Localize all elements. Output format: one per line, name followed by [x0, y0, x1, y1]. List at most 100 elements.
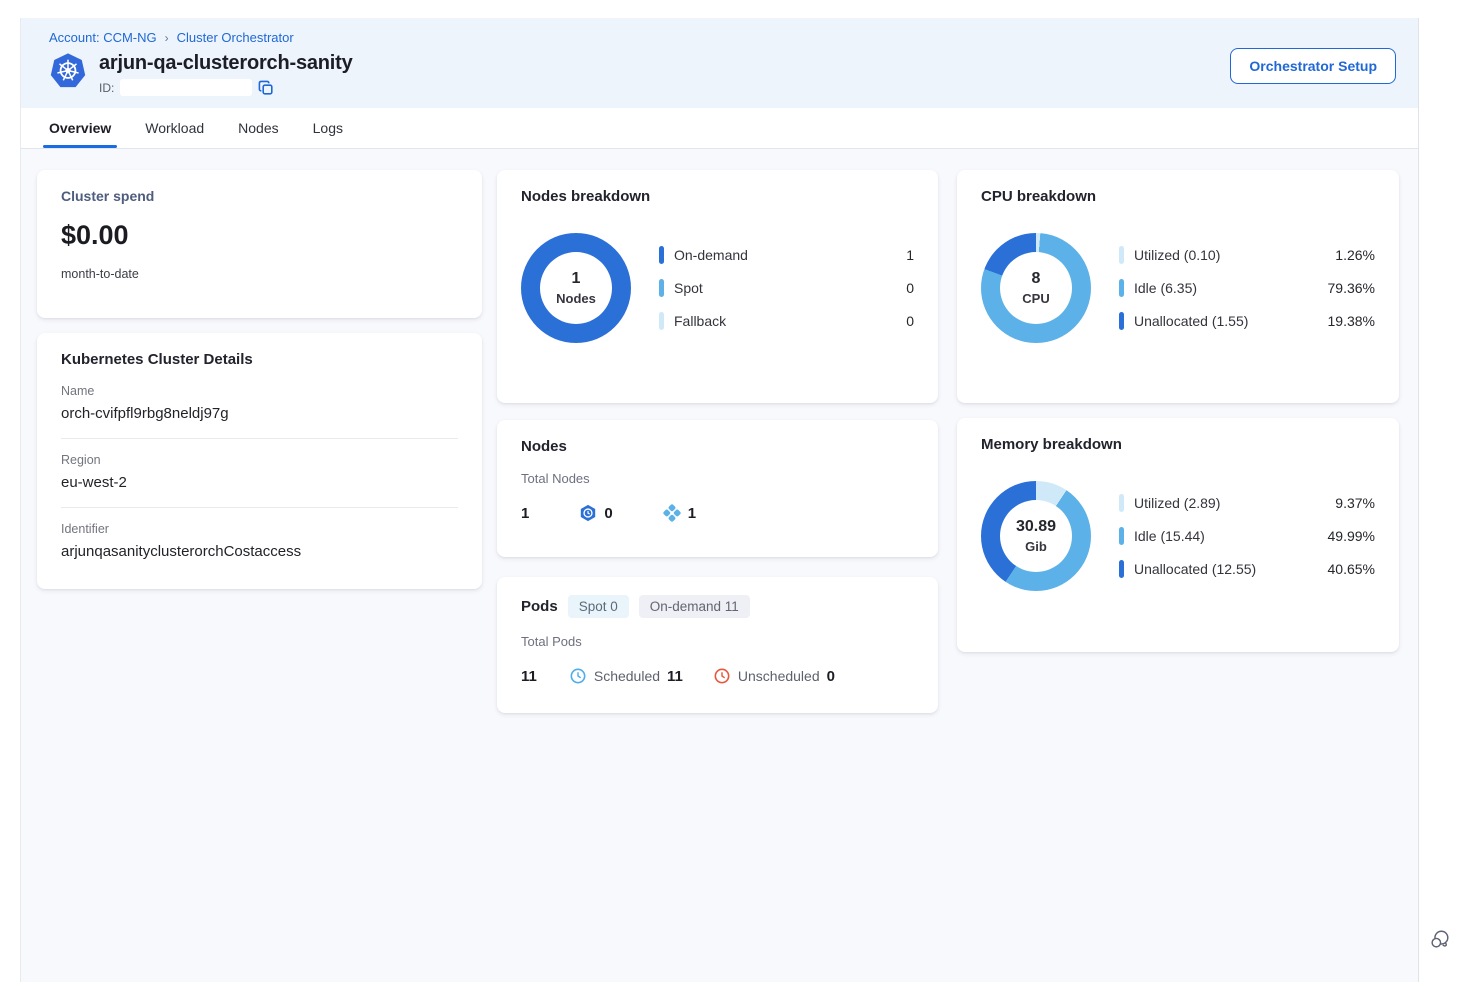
spot-swatch [659, 279, 664, 297]
mem-utilized-label: Utilized (2.89) [1134, 495, 1325, 511]
cpu-utilized-label: Utilized (0.10) [1134, 247, 1325, 263]
detail-identifier-value: arjunqasanityclusterorchCostaccess [61, 543, 458, 560]
on-demand-swatch [659, 246, 664, 264]
mem-utilized-value: 9.37% [1335, 495, 1375, 511]
memory-breakdown-card: Memory breakdown 30.89 Gib Utilized (2.8… [957, 418, 1399, 652]
cpu-idle-label: Idle (6.35) [1134, 280, 1318, 296]
mem-unallocated-swatch [1119, 560, 1124, 578]
fallback-label: Fallback [674, 313, 896, 329]
id-value [120, 79, 252, 96]
cpu-donut-label: CPU [1022, 291, 1049, 306]
tab-logs[interactable]: Logs [313, 108, 343, 148]
pods-on-demand-badge: On-demand 11 [639, 595, 750, 618]
copy-icon[interactable] [258, 80, 274, 96]
pods-title: Pods [521, 598, 558, 615]
legend-row-cpu-idle: Idle (6.35) 79.36% [1119, 279, 1375, 297]
nodes-breakdown-title: Nodes breakdown [521, 188, 914, 205]
mem-utilized-swatch [1119, 494, 1124, 512]
kubernetes-icon [49, 52, 87, 90]
nodes-card: Nodes Total Nodes 1 0 [497, 420, 938, 557]
cpu-breakdown-title: CPU breakdown [981, 188, 1375, 205]
cpu-breakdown-card: CPU breakdown 8 CPU Utilized (0.10) 1.26… [957, 170, 1399, 403]
legend-row-fallback: Fallback 0 [659, 312, 914, 330]
cpu-idle-swatch [1119, 279, 1124, 297]
page-header: Account: CCM-NG › Cluster Orchestrator [21, 18, 1418, 108]
breadcrumb: Account: CCM-NG › Cluster Orchestrator [49, 30, 1390, 45]
main-content: Cluster spend $0.00 month-to-date Kubern… [21, 149, 1418, 982]
spot-node-icon [579, 504, 597, 522]
cpu-utilized-value: 1.26% [1335, 247, 1375, 263]
on-demand-nodes-count: 1 [688, 505, 696, 522]
nodes-donut-value: 1 [572, 270, 581, 288]
cluster-spend-card: Cluster spend $0.00 month-to-date [37, 170, 482, 318]
detail-region-label: Region [61, 453, 458, 467]
breadcrumb-page-link[interactable]: Cluster Orchestrator [177, 30, 294, 45]
tab-bar: Overview Workload Nodes Logs [21, 108, 1418, 149]
cpu-donut-chart: 8 CPU [981, 233, 1091, 343]
nodes-title: Nodes [521, 438, 914, 455]
chat-widget-icon[interactable] [1429, 928, 1451, 950]
memory-donut-label: Gib [1025, 539, 1047, 554]
cpu-utilized-swatch [1119, 246, 1124, 264]
legend-row-mem-idle: Idle (15.44) 49.99% [1119, 527, 1375, 545]
memory-donut-chart: 30.89 Gib [981, 481, 1091, 591]
on-demand-node-icon [663, 504, 681, 522]
mem-unallocated-value: 40.65% [1328, 561, 1375, 577]
tab-nodes[interactable]: Nodes [238, 108, 278, 148]
memory-breakdown-legend: Utilized (2.89) 9.37% Idle (15.44) 49.99… [1119, 494, 1375, 578]
orchestrator-setup-button[interactable]: Orchestrator Setup [1230, 48, 1396, 84]
nodes-donut-chart: 1 Nodes [521, 233, 631, 343]
mem-idle-value: 49.99% [1328, 528, 1375, 544]
cpu-breakdown-legend: Utilized (0.10) 1.26% Idle (6.35) 79.36%… [1119, 246, 1375, 330]
legend-row-cpu-unallocated: Unallocated (1.55) 19.38% [1119, 312, 1375, 330]
pods-card: Pods Spot 0 On-demand 11 Total Pods 11 S… [497, 577, 938, 713]
scheduled-clock-icon [569, 667, 587, 685]
cpu-unallocated-value: 19.38% [1328, 313, 1375, 329]
cluster-spend-title: Cluster spend [61, 188, 458, 204]
memory-donut-value: 30.89 [1016, 518, 1056, 536]
cpu-unallocated-swatch [1119, 312, 1124, 330]
spot-nodes-count: 0 [604, 505, 612, 522]
cpu-idle-value: 79.36% [1328, 280, 1375, 296]
cpu-unallocated-label: Unallocated (1.55) [1134, 313, 1318, 329]
fallback-value: 0 [906, 313, 914, 329]
cluster-details-title: Kubernetes Cluster Details [61, 351, 458, 368]
cluster-spend-amount: $0.00 [61, 220, 458, 251]
total-pods-value: 11 [521, 668, 537, 685]
mem-idle-label: Idle (15.44) [1134, 528, 1318, 544]
cluster-details-card: Kubernetes Cluster Details Name orch-cvi… [37, 333, 482, 589]
breadcrumb-account-link[interactable]: Account: CCM-NG [49, 30, 157, 45]
mem-idle-swatch [1119, 527, 1124, 545]
memory-breakdown-title: Memory breakdown [981, 436, 1375, 453]
mem-unallocated-label: Unallocated (12.55) [1134, 561, 1318, 577]
detail-name-value: orch-cvifpfl9rbg8neldj97g [61, 405, 458, 422]
legend-row-spot: Spot 0 [659, 279, 914, 297]
legend-row-mem-unallocated: Unallocated (12.55) 40.65% [1119, 560, 1375, 578]
legend-row-mem-utilized: Utilized (2.89) 9.37% [1119, 494, 1375, 512]
nodes-breakdown-legend: On-demand 1 Spot 0 Fallback 0 [659, 246, 914, 330]
unscheduled-count: 0 [827, 668, 835, 685]
spot-value: 0 [906, 280, 914, 296]
scheduled-label: Scheduled [594, 668, 660, 684]
fallback-swatch [659, 312, 664, 330]
on-demand-value: 1 [906, 247, 914, 263]
unscheduled-clock-icon [713, 667, 731, 685]
cluster-spend-period: month-to-date [61, 267, 458, 281]
id-label: ID: [99, 81, 114, 95]
app-panel: Account: CCM-NG › Cluster Orchestrator [20, 18, 1419, 982]
tab-workload[interactable]: Workload [145, 108, 204, 148]
page-title: arjun-qa-clusterorch-sanity [99, 52, 353, 75]
breadcrumb-separator-icon: › [165, 31, 169, 45]
on-demand-label: On-demand [674, 247, 896, 263]
nodes-donut-label: Nodes [556, 291, 596, 306]
total-nodes-value: 1 [521, 505, 529, 522]
total-pods-label: Total Pods [521, 634, 914, 649]
detail-name-label: Name [61, 384, 458, 398]
pods-spot-badge: Spot 0 [568, 595, 629, 618]
unscheduled-label: Unscheduled [738, 668, 820, 684]
tab-overview[interactable]: Overview [49, 108, 111, 148]
nodes-breakdown-card: Nodes breakdown 1 Nodes On-demand 1 [497, 170, 938, 403]
spot-label: Spot [674, 280, 896, 296]
total-nodes-label: Total Nodes [521, 471, 914, 486]
detail-identifier-label: Identifier [61, 522, 458, 536]
